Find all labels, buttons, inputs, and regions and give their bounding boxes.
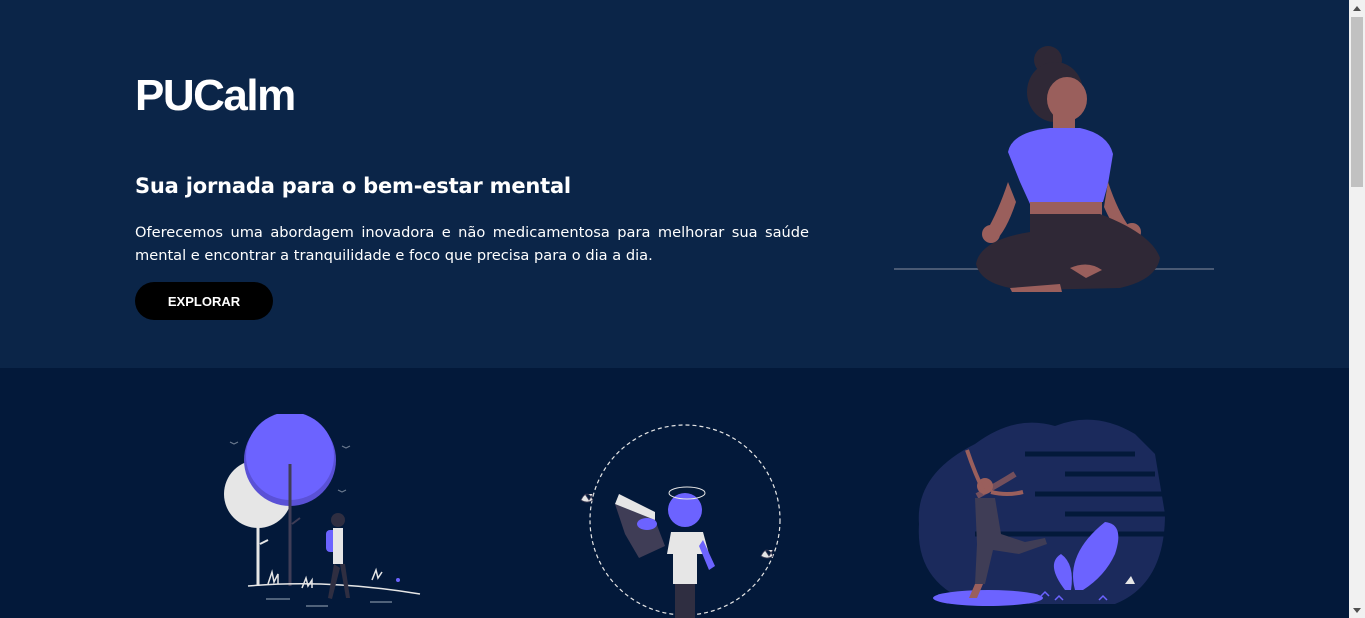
hero-headline: Sua jornada para o bem-estar mental: [135, 174, 571, 198]
meditation-illustration: [894, 46, 1214, 292]
explore-button[interactable]: EXPLORAR: [135, 282, 273, 320]
hero-section: PUCalm Sua jornada para o bem-estar ment…: [0, 0, 1349, 368]
dancing-joy-illustration: [918, 419, 1165, 606]
features-section: [0, 368, 1349, 618]
scroll-thumb[interactable]: [1351, 17, 1363, 187]
scrollbar[interactable]: [1349, 0, 1365, 618]
scroll-up-arrow-icon[interactable]: [1349, 0, 1365, 16]
reading-book-illustration: [580, 424, 781, 618]
brand-logo[interactable]: PUCalm: [135, 74, 296, 118]
scroll-down-arrow-icon[interactable]: [1349, 602, 1365, 618]
walking-in-nature-illustration: [224, 414, 421, 607]
hero-description: Oferecemos uma abordagem inovadora e não…: [135, 224, 809, 264]
